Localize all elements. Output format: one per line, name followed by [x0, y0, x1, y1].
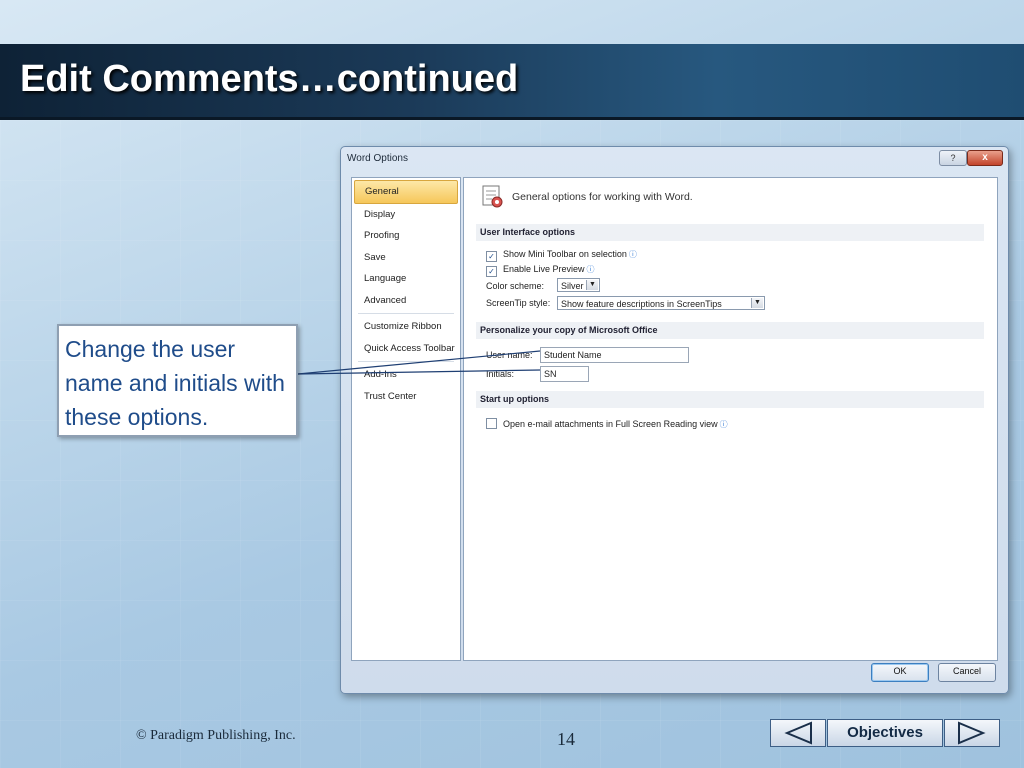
next-slide-button[interactable]	[944, 719, 1000, 747]
page-number: 14	[557, 729, 575, 749]
arrow-right-icon	[958, 721, 986, 745]
previous-slide-button[interactable]	[770, 719, 826, 747]
callout-text: Change the user name and initials with t…	[65, 336, 285, 430]
copyright-text: © Paradigm Publishing, Inc.	[136, 728, 296, 743]
arrow-left-icon	[784, 721, 812, 745]
callout-box: Change the user name and initials with t…	[57, 324, 298, 437]
objectives-button[interactable]: Objectives	[827, 719, 943, 747]
